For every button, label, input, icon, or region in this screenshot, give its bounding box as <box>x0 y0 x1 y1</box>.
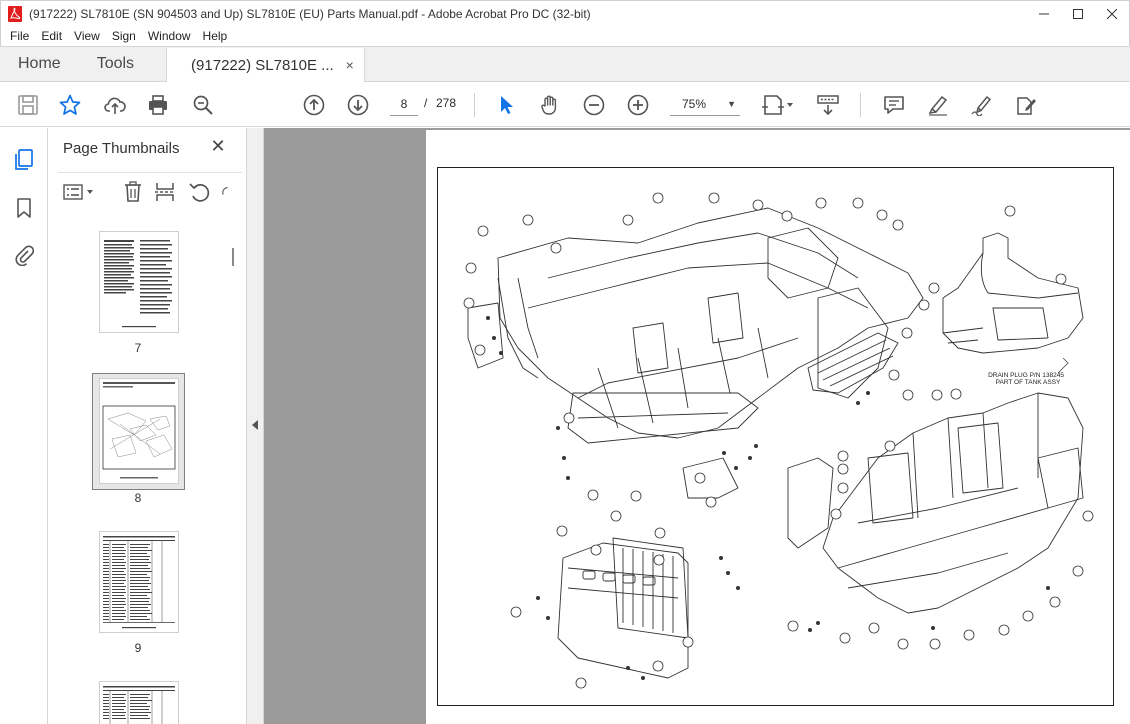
delete-page-icon[interactable] <box>122 181 144 203</box>
thumbnail-page-8[interactable] <box>99 378 179 484</box>
page-fit-icon[interactable] <box>760 93 794 117</box>
menu-window[interactable]: Window <box>142 29 197 43</box>
menu-view[interactable]: View <box>68 29 106 43</box>
options-menu-icon[interactable] <box>62 181 96 203</box>
bookmarks-icon[interactable] <box>12 196 36 220</box>
thumbnail-label-9: 9 <box>134 641 142 655</box>
navigation-rail <box>0 128 48 724</box>
thumbnail-page-7[interactable] <box>99 231 179 333</box>
menu-bar: File Edit View Sign Window Help <box>0 26 1130 46</box>
tab-home[interactable]: Home <box>0 47 79 81</box>
drawing-frame: DRAIN PLUG P/N 138245 PART OF TANK ASSY <box>437 167 1114 706</box>
tab-tools[interactable]: Tools <box>79 47 152 81</box>
scroll-mode-icon[interactable] <box>816 93 840 117</box>
document-viewer[interactable]: DRAIN PLUG P/N 138245 PART OF TANK ASSY <box>264 128 1130 724</box>
zoom-level-select[interactable]: 75% ▼ <box>670 92 740 116</box>
edit-pdf-icon[interactable] <box>1014 93 1038 117</box>
tab-document[interactable]: (917222) SL7810E ... × <box>166 48 365 82</box>
page-separator: / <box>424 96 428 110</box>
zoom-level-value: 75% <box>682 97 707 111</box>
tab-document-label: (917222) SL7810E ... <box>191 56 334 74</box>
collapse-arrow-icon[interactable] <box>252 420 258 430</box>
drain-note-line-1: DRAIN PLUG P/N 138245 <box>988 372 1064 379</box>
attachments-icon[interactable] <box>12 243 36 267</box>
select-cursor-icon[interactable] <box>494 93 518 117</box>
page-thumbnails-icon[interactable] <box>12 148 36 172</box>
comment-icon[interactable] <box>882 93 906 117</box>
toolbar-divider <box>860 93 861 117</box>
drain-note-line-2: PART OF TANK ASSY <box>996 379 1061 386</box>
page-number-input[interactable]: 8 <box>390 92 418 116</box>
exploded-parts-diagram: DRAIN PLUG P/N 138245 PART OF TANK ASSY <box>463 192 1094 689</box>
upload-cloud-icon[interactable] <box>103 93 127 117</box>
zoom-search-icon[interactable] <box>191 93 215 117</box>
panel-close-icon[interactable]: ✕ <box>208 136 228 156</box>
panel-title: Page Thumbnails <box>63 140 180 157</box>
chevron-down-icon: ▼ <box>727 99 736 109</box>
toolbar-divider <box>474 93 475 117</box>
rotate-clockwise-icon[interactable] <box>220 181 234 203</box>
thumbnail-page-9[interactable] <box>99 531 179 633</box>
highlight-pen-icon[interactable] <box>926 93 950 117</box>
acrobat-icon <box>7 5 23 22</box>
menu-edit[interactable]: Edit <box>35 29 68 43</box>
zoom-out-icon[interactable] <box>582 93 606 117</box>
tab-bar: Home Tools (917222) SL7810E ... × <box>0 46 1130 82</box>
menu-help[interactable]: Help <box>197 29 234 43</box>
thumbnail-page-10[interactable] <box>99 681 179 724</box>
page-thumbnails-panel: Page Thumbnails ✕ 7 8 9 <box>48 128 246 724</box>
scrollbar-thumb[interactable] <box>232 248 234 266</box>
thumbnail-scrollbar[interactable] <box>226 242 240 722</box>
pdf-page: DRAIN PLUG P/N 138245 PART OF TANK ASSY <box>426 130 1130 724</box>
thumbnail-label-7: 7 <box>134 341 142 355</box>
minimize-icon[interactable] <box>1027 1 1061 27</box>
toolbar: 8 / 278 75% ▼ <box>0 83 1130 127</box>
panel-collapse-splitter[interactable] <box>246 128 264 724</box>
maximize-icon[interactable] <box>1061 1 1095 27</box>
rotate-counterclockwise-icon[interactable] <box>188 181 210 203</box>
thumbnail-label-8: 8 <box>134 491 142 505</box>
extract-page-icon[interactable] <box>154 181 176 203</box>
hand-tool-icon[interactable] <box>538 93 562 117</box>
title-bar: (917222) SL7810E (SN 904503 and Up) SL78… <box>0 0 1130 26</box>
page-total: 278 <box>436 96 457 110</box>
save-icon[interactable] <box>16 93 40 117</box>
close-icon[interactable] <box>1095 1 1129 27</box>
window-title: (917222) SL7810E (SN 904503 and Up) SL78… <box>29 6 591 21</box>
zoom-in-icon[interactable] <box>626 93 650 117</box>
thumbnail-tools <box>58 172 242 210</box>
draw-sign-icon[interactable] <box>970 93 994 117</box>
bookmark-star-icon[interactable] <box>58 93 82 117</box>
menu-file[interactable]: File <box>4 29 35 43</box>
tab-close-icon[interactable]: × <box>346 57 354 73</box>
next-page-icon[interactable] <box>346 93 370 117</box>
previous-page-icon[interactable] <box>302 93 326 117</box>
menu-sign[interactable]: Sign <box>106 29 142 43</box>
print-icon[interactable] <box>146 93 170 117</box>
